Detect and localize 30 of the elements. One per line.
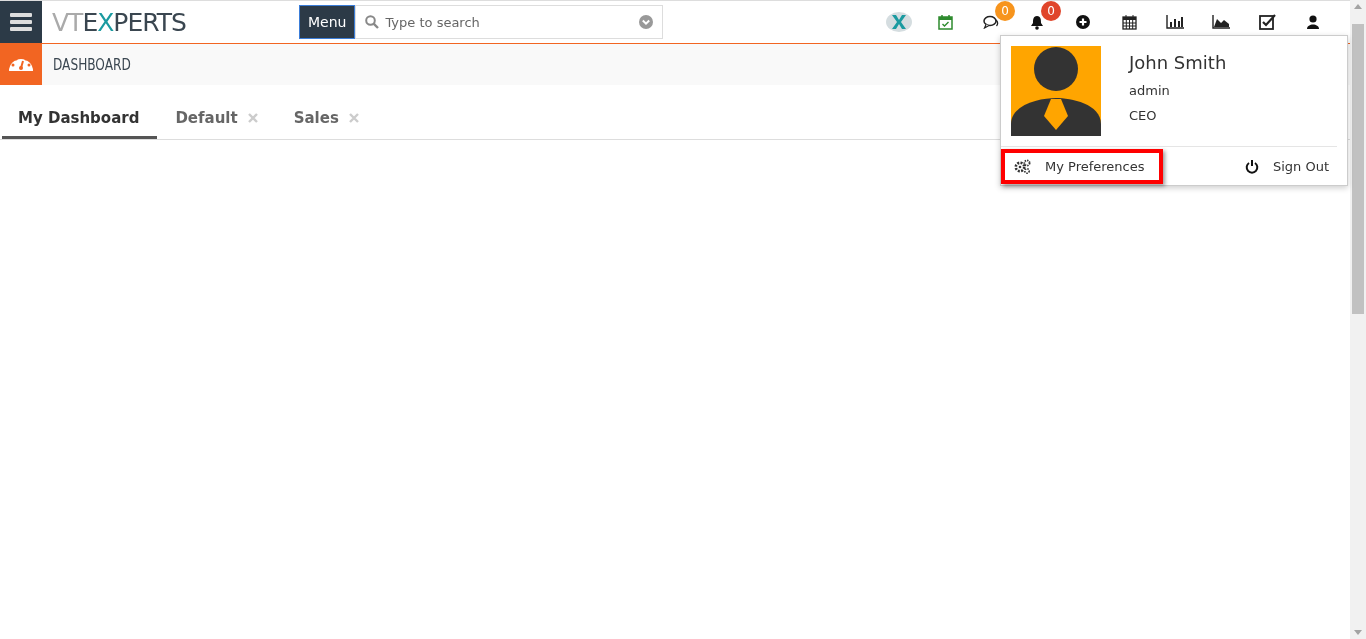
checkbox-icon[interactable] — [1258, 14, 1276, 30]
menu-button[interactable]: Menu — [299, 5, 356, 39]
area-chart-icon[interactable] — [1212, 15, 1230, 29]
menu-icon[interactable] — [10, 13, 32, 31]
power-icon — [1244, 158, 1259, 174]
menu-link[interactable]: Sign Out — [1231, 148, 1347, 184]
bell-icon[interactable] — [1030, 14, 1044, 30]
dashboard-tab[interactable]: Sales — [277, 99, 377, 139]
logo[interactable]: VTEXPERTS — [52, 7, 299, 37]
chat-icon[interactable] — [983, 15, 999, 29]
dashboard-tab[interactable]: Default — [159, 99, 276, 139]
chevron-down-icon[interactable] — [639, 15, 654, 29]
user-name: John Smith — [1129, 52, 1227, 73]
gauge-icon — [9, 58, 33, 71]
gears-icon — [1014, 158, 1031, 174]
dashboard-tab[interactable]: My Dashboard — [2, 99, 158, 139]
scrollbar-thumb[interactable] — [1352, 24, 1364, 314]
add-icon[interactable] — [1076, 15, 1090, 29]
calendar-icon[interactable] — [1121, 14, 1137, 30]
count-badge: 0 — [1041, 1, 1061, 21]
menu-link[interactable]: My Preferences — [1001, 148, 1163, 184]
page-title: DASHBOARD — [53, 55, 131, 74]
calendar-check-icon[interactable] — [937, 14, 953, 30]
user-role: CEO — [1129, 108, 1158, 123]
search-field[interactable]: Type to search — [355, 5, 664, 39]
user-icon[interactable] — [1307, 15, 1319, 29]
bar-chart-icon[interactable] — [1166, 15, 1184, 29]
x-logo-icon[interactable] — [886, 12, 912, 32]
count-badge: 0 — [995, 1, 1015, 21]
username: admin — [1129, 83, 1171, 98]
